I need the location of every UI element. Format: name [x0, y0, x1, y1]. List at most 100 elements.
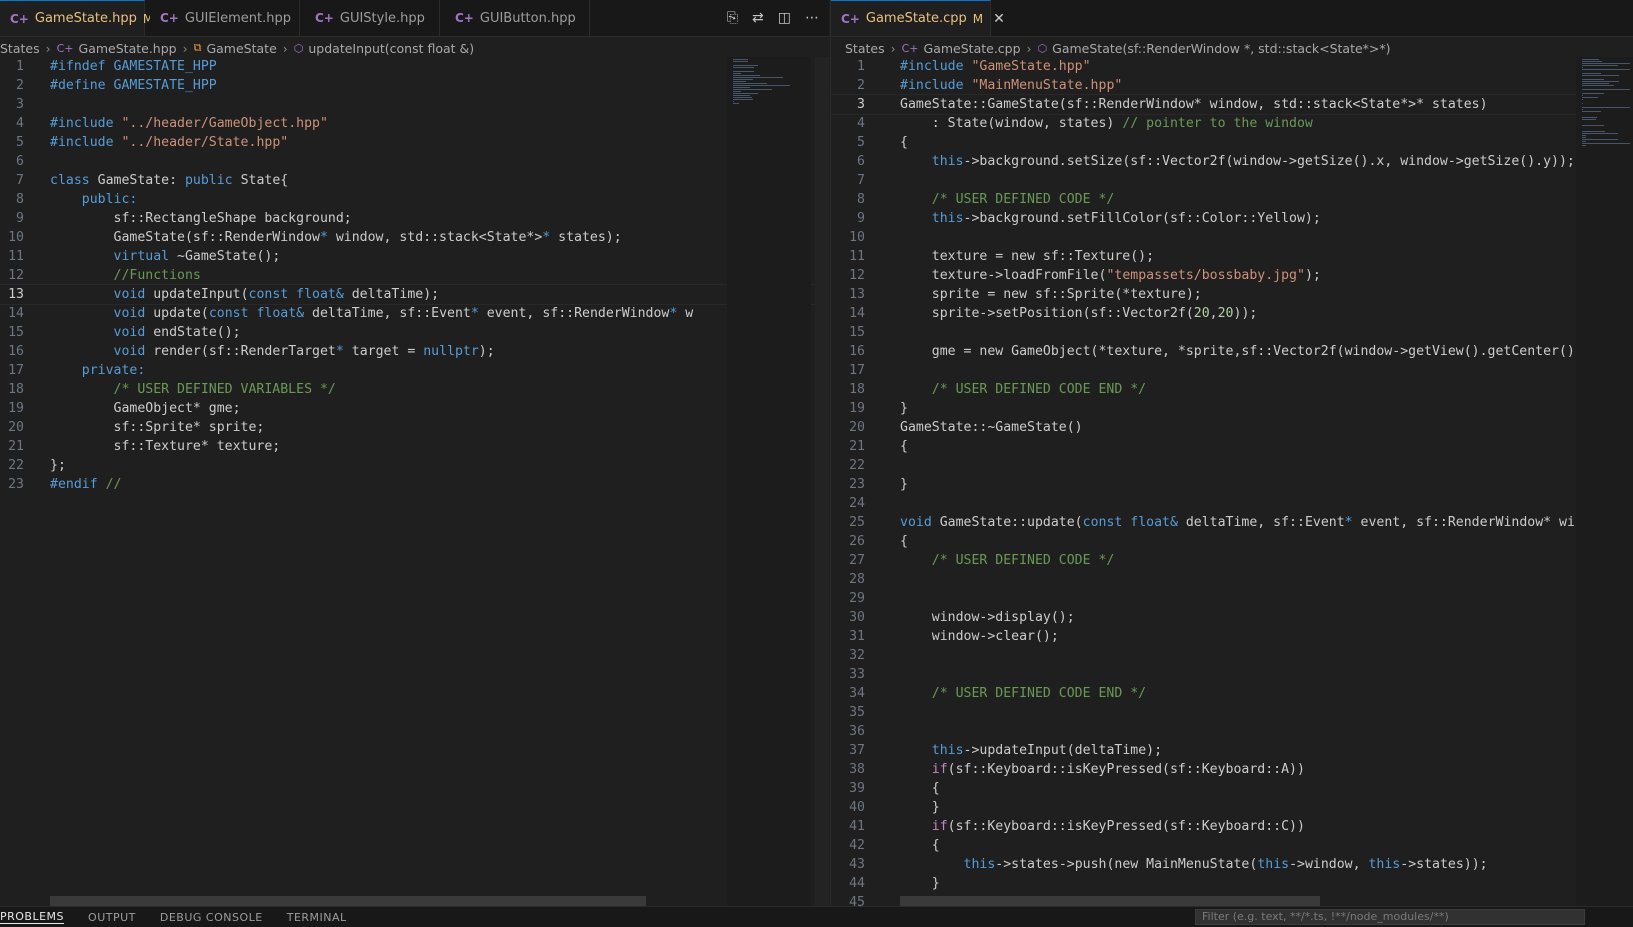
tab-guibutton-hpp[interactable]: C+ GUIButton.hpp [445, 0, 590, 36]
breadcrumb-symbol[interactable]: updateInput(const float &) [308, 41, 474, 56]
code-line[interactable]: 29 [831, 589, 1633, 608]
code-line[interactable]: 4 : State(window, states) // pointer to … [831, 114, 1633, 133]
breadcrumb-class[interactable]: GameState [206, 41, 276, 56]
code-line[interactable]: 17 [831, 361, 1633, 380]
breadcrumb-symbol[interactable]: GameState(sf::RenderWindow *, std::stack… [1052, 41, 1390, 56]
code-line[interactable]: 34 /* USER DEFINED CODE END */ [831, 684, 1633, 703]
code-line[interactable]: 30 window->display(); [831, 608, 1633, 627]
code-line[interactable]: 40 } [831, 798, 1633, 817]
minimap[interactable] [1576, 57, 1633, 906]
code-line[interactable]: 41 if(sf::Keyboard::isKeyPressed(sf::Key… [831, 817, 1633, 836]
code-line[interactable]: 8 public: [0, 190, 829, 209]
code-line[interactable]: 35 [831, 703, 1633, 722]
code-line[interactable]: 18 /* USER DEFINED VARIABLES */ [0, 380, 829, 399]
tab-problems[interactable]: PROBLEMS [0, 910, 65, 924]
code-line[interactable]: 6 [0, 152, 829, 171]
code-line[interactable]: 24 [831, 494, 1633, 513]
code-line[interactable]: 4 #include "../header/GameObject.hpp" [0, 114, 829, 133]
code-line[interactable]: 11 texture = new sf::Texture(); [831, 247, 1633, 266]
minimap[interactable] [727, 57, 811, 906]
code-line[interactable]: 18 /* USER DEFINED CODE END */ [831, 380, 1633, 399]
code-line[interactable]: 11 virtual ~GameState(); [0, 247, 829, 266]
minimap-line [733, 89, 773, 90]
code-line[interactable]: 3 GameState::GameState(sf::RenderWindow* … [831, 94, 1633, 115]
minimap-line [1582, 63, 1630, 64]
code-line[interactable]: 42 { [831, 836, 1633, 855]
code-line[interactable]: 15 void endState(); [0, 323, 829, 342]
code-line[interactable]: 20 GameState::~GameState() [831, 418, 1633, 437]
code-line[interactable]: 14 sprite->setPosition(sf::Vector2f(20,2… [831, 304, 1633, 323]
code-line[interactable]: 7 [831, 171, 1633, 190]
code-line[interactable]: 2 #include "MainMenuState.hpp" [831, 76, 1633, 95]
code-line[interactable]: 9 this->background.setFillColor(sf::Colo… [831, 209, 1633, 228]
more-actions-icon[interactable]: ⋯ [805, 10, 819, 26]
open-changes-icon[interactable]: ⎘ [727, 10, 738, 26]
code-line[interactable]: 1 #ifndef GAMESTATE_HPP [0, 57, 829, 76]
code-line[interactable]: 23 #endif // [0, 475, 829, 494]
tab-gamestate-cpp[interactable]: C+ GameState.cpp M ✕ [831, 0, 1005, 36]
code-line[interactable]: 20 sf::Sprite* sprite; [0, 418, 829, 437]
code-line[interactable]: 13 sprite = new sf::Sprite(*texture); [831, 285, 1633, 304]
tab-output[interactable]: OUTPUT [88, 911, 136, 924]
minimap-line [1582, 137, 1586, 138]
code-line[interactable]: 6 this->background.setSize(sf::Vector2f(… [831, 152, 1633, 171]
code-line[interactable]: 12 texture->loadFromFile("tempassets/bos… [831, 266, 1633, 285]
code-line[interactable]: 15 [831, 323, 1633, 342]
breadcrumb-file[interactable]: GameState.cpp [924, 41, 1021, 56]
code-line[interactable]: 13 void updateInput(const float& deltaTi… [0, 284, 829, 305]
code-line[interactable]: 38 if(sf::Keyboard::isKeyPressed(sf::Key… [831, 760, 1633, 779]
code-line[interactable]: 16 void render(sf::RenderTarget* target … [0, 342, 829, 361]
code-line[interactable]: 32 [831, 646, 1633, 665]
code-line[interactable]: 36 [831, 722, 1633, 741]
code-line[interactable]: 14 void update(const float& deltaTime, s… [0, 304, 829, 323]
code-line[interactable]: 27 /* USER DEFINED CODE */ [831, 551, 1633, 570]
code-line[interactable]: 12 //Functions [0, 266, 829, 285]
split-editor-icon[interactable]: ◫ [778, 10, 791, 26]
breadcrumb-file[interactable]: GameState.hpp [79, 41, 177, 56]
minimap-line [733, 93, 759, 94]
code-line[interactable]: 26 { [831, 532, 1633, 551]
vertical-scrollbar[interactable] [815, 57, 829, 906]
code-line[interactable]: 44 } [831, 874, 1633, 893]
breadcrumb-folder[interactable]: States [845, 41, 885, 56]
code-line[interactable]: 16 gme = new GameObject(*texture, *sprit… [831, 342, 1633, 361]
tab-terminal[interactable]: TERMINAL [287, 911, 347, 924]
code-line[interactable]: 31 window->clear(); [831, 627, 1633, 646]
tab-gamestate-hpp[interactable]: C+ GameState.hpp M ✕ [0, 0, 175, 36]
close-icon[interactable]: ✕ [993, 11, 1005, 27]
horizontal-scrollbar[interactable] [900, 896, 1320, 906]
code-line[interactable]: 5 #include "../header/State.hpp" [0, 133, 829, 152]
code-line[interactable]: 1 #include "GameState.hpp" [831, 57, 1633, 76]
code-line[interactable]: 7 class GameState: public State{ [0, 171, 829, 190]
code-line[interactable]: 19 GameObject* gme; [0, 399, 829, 418]
code-line[interactable]: 33 [831, 665, 1633, 684]
code-line[interactable]: 9 sf::RectangleShape background; [0, 209, 829, 228]
code-line[interactable]: 10 [831, 228, 1633, 247]
compare-icon[interactable]: ⇄ [752, 10, 764, 26]
code-line[interactable]: 25 void GameState::update(const float& de… [831, 513, 1633, 532]
code-line[interactable]: 19} [831, 399, 1633, 418]
code-line[interactable]: 21 sf::Texture* texture; [0, 437, 829, 456]
code-editor[interactable]: 1 #include "GameState.hpp" 2 #include "Main… [831, 57, 1633, 906]
code-line[interactable]: 17 private: [0, 361, 829, 380]
tab-guistyle-hpp[interactable]: C+ GUIStyle.hpp [305, 0, 440, 36]
code-line[interactable]: 37 this->updateInput(deltaTime); [831, 741, 1633, 760]
problems-filter-input[interactable]: Filter (e.g. text, **/*.ts, !**/node_mod… [1195, 909, 1585, 925]
code-line[interactable]: 39 { [831, 779, 1633, 798]
tab-guielement-hpp[interactable]: C+ GUIElement.hpp [150, 0, 300, 36]
code-line[interactable]: 23} [831, 475, 1633, 494]
tab-debug-console[interactable]: DEBUG CONSOLE [160, 911, 263, 924]
code-line[interactable]: 10 GameState(sf::RenderWindow* window, s… [0, 228, 829, 247]
code-line[interactable]: 8 /* USER DEFINED CODE */ [831, 190, 1633, 209]
code-line[interactable]: 43 this->states->push(new MainMenuState(… [831, 855, 1633, 874]
horizontal-scrollbar[interactable] [50, 896, 646, 906]
code-line[interactable]: 2 #define GAMESTATE_HPP [0, 76, 829, 95]
code-line[interactable]: 22 [831, 456, 1633, 475]
code-line[interactable]: 28 [831, 570, 1633, 589]
code-line[interactable]: 3 [0, 95, 829, 114]
code-line[interactable]: 22}; [0, 456, 829, 475]
code-editor[interactable]: 1 #ifndef GAMESTATE_HPP 2 #define GAMESTATE… [0, 57, 829, 906]
breadcrumb-folder[interactable]: States [0, 41, 40, 56]
code-line[interactable]: 5{ [831, 133, 1633, 152]
code-line[interactable]: 21 { [831, 437, 1633, 456]
